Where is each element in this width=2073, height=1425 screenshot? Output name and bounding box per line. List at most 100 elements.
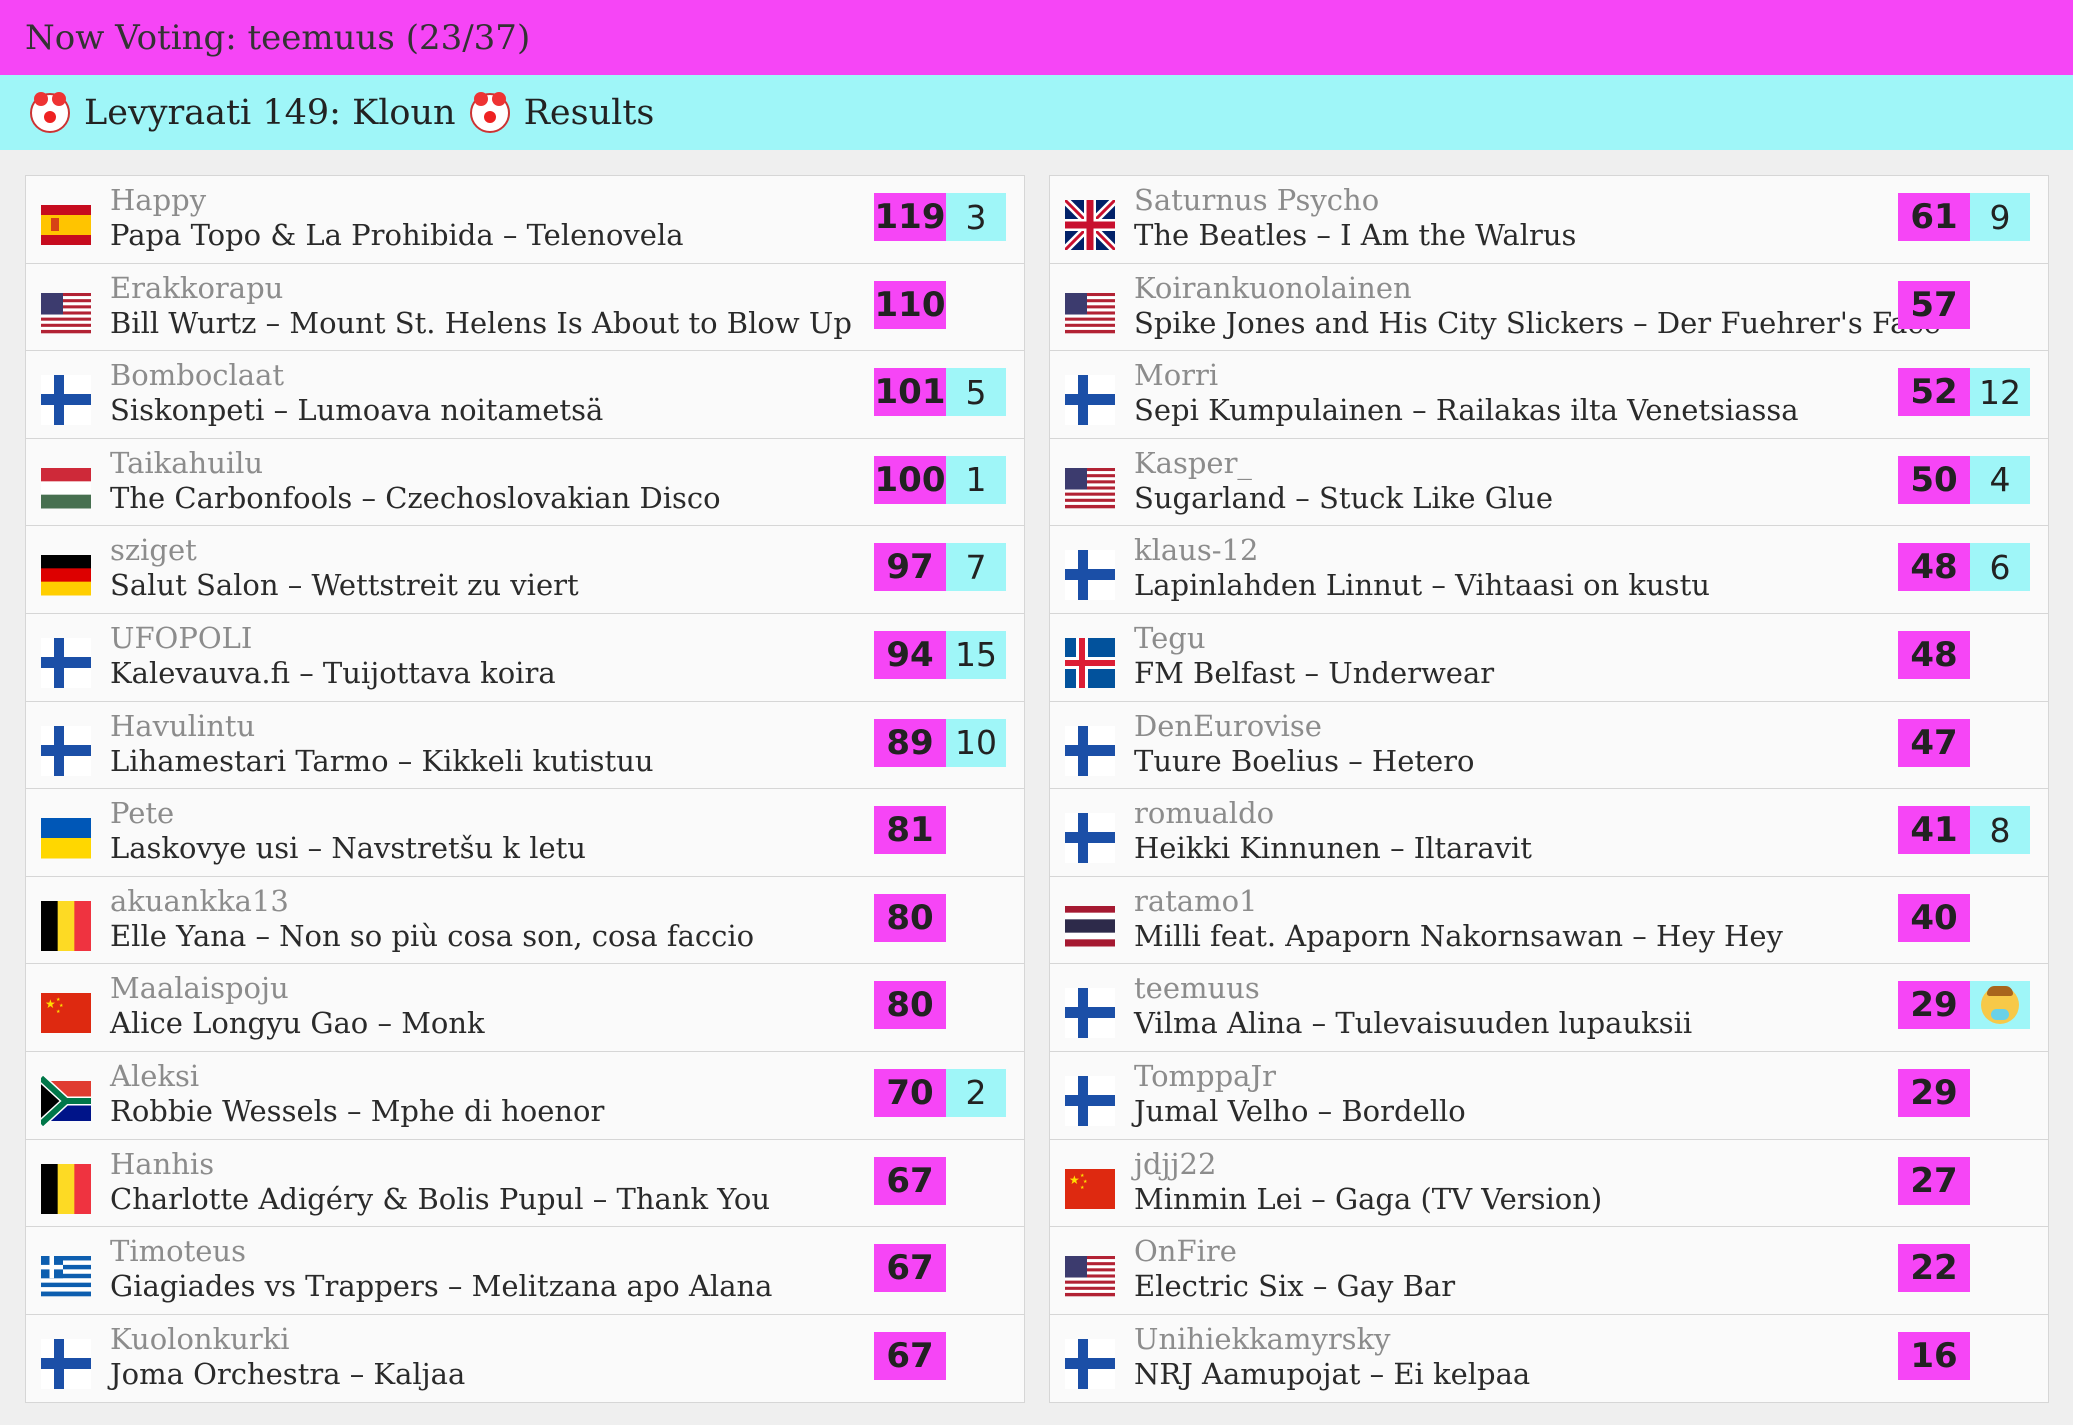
song-title: Siskonpeti – Lumoava noitametsä [110,393,604,428]
points-awarded: 7 [946,543,1006,592]
total-score: 119 [874,193,946,241]
voter-name: Erakkorapu [110,270,284,305]
flag-belgium-icon [41,1163,91,1214]
flag-china-icon: ★ ★ ★ ★ [41,988,91,1038]
flag-finland-icon [1065,725,1115,776]
flag-germany-icon [41,550,91,600]
result-row-hanhis: Hanhis Charlotte Adigéry & Bolis Pupul – … [26,1140,1024,1228]
total-score: 50 [1898,455,1970,504]
voter-name: ratamo1 [1134,883,1258,918]
baby-icon [1981,986,2019,1025]
points-awarded: 4 [1970,455,2030,504]
page-title: Levyraati 149: Kloun [84,92,456,133]
total-score: 70 [874,1068,946,1117]
voter-name: Bomboclaat [110,358,285,393]
result-row-timoteus: Timoteus Giagiades vs Trappers – Melitzan… [26,1227,1024,1315]
total-score: 110 [874,280,946,329]
voter-name: romualdo [1134,796,1275,831]
result-row-tegu: Tegu FM Belfast – Underwear 48 [1050,614,2048,702]
result-row-havulintu: Havulintu Lihamestari Tarmo – Kikkeli kut… [26,702,1024,790]
voter-name: Pete [110,796,175,831]
song-title: Giagiades vs Trappers – Melitzana apo Al… [110,1269,773,1304]
voter-name: Happy [110,183,207,217]
flag-iceland-icon [1065,637,1115,688]
points-awarded: 10 [946,718,1006,767]
result-row-klaus-12: klaus-12 Lapinlahden Linnut – Vihtaasi on… [1050,526,2048,614]
total-score: 67 [874,1244,946,1293]
total-score: 67 [874,1331,946,1380]
clown-face-icon [469,91,510,133]
svg-text:★: ★ [45,997,56,1011]
song-title: Elle Yana – Non so più cosa son, cosa fa… [110,918,755,953]
song-title: Vilma Alina – Tulevaisuuden lupauksii [1134,1006,1693,1041]
total-score: 47 [1898,718,1970,767]
total-score: 80 [874,981,946,1030]
song-title: Lapinlahden Linnut – Vihtaasi on kustu [1134,568,1710,603]
now-voting-bar: Now Voting: teemuus (23/37) [0,0,2073,75]
flag-usa-icon [41,288,91,338]
results-label: Results [523,92,655,133]
flag-finland-icon [1065,813,1115,864]
flag-belgium-icon [41,900,91,951]
song-title: Bill Wurtz – Mount St. Helens Is About t… [110,305,852,340]
voter-name: Kuolonkurki [110,1321,290,1356]
current-voter-marker [1970,981,2030,1030]
result-row-onfire: OnFire Electric Six – Gay Bar 22 [1050,1227,2048,1315]
points-awarded: 1 [946,455,1006,504]
points-awarded: 8 [1970,806,2030,855]
total-score: 29 [1898,1068,1970,1117]
voter-name: sziget [110,533,197,568]
song-title: Joma Orchestra – Kaljaa [110,1356,466,1391]
result-row-unihiekkamyrsky: Unihiekkamyrsky NRJ Aamupojat – Ei kelpaa… [1050,1315,2048,1403]
flag-china-icon: ★ ★ ★ ★ [1065,1164,1115,1214]
voter-name: DenEurovise [1134,708,1322,743]
flag-greece-icon [41,1251,91,1301]
result-row-jdjj22: ★ ★ ★ ★ jdjj22 Minmin Lei – Gaga (TV Version)… [1050,1140,2048,1228]
clown-face-icon [30,91,70,133]
flag-ukraine-icon [41,813,91,863]
voter-name: Tegu [1134,620,1206,655]
total-score: 80 [874,893,946,942]
total-score: 29 [1898,981,1970,1030]
result-row-erakkorapu: Erakkorapu Bill Wurtz – Mount St. Helens … [26,264,1024,352]
flag-finland-icon [1065,1075,1115,1126]
voter-name: teemuus [1134,971,1260,1006]
result-row-sziget: sziget Salut Salon – Wettstreit zu viert 9… [26,526,1024,614]
svg-text:★: ★ [56,1009,61,1015]
flag-finland-icon [41,637,91,688]
result-row-morri: Morri Sepi Kumpulainen – Railakas ilta Ve… [1050,351,2048,439]
voter-name: Havulintu [110,708,256,743]
song-title: Tuure Boelius – Hetero [1134,743,1475,778]
result-row-ufopoli: UFOPOLI Kalevauva.fi – Tuijottava koira 94… [26,614,1024,702]
total-score: 57 [1898,280,1970,329]
song-title: Spike Jones and His City Slickers – Der … [1134,305,1941,340]
song-title: Robbie Wessels – Mphe di hoenor [110,1093,605,1128]
voter-name: Hanhis [110,1146,215,1181]
flag-thailand-icon [1065,901,1115,951]
flag-uk-icon [1065,200,1115,250]
voter-name: jdjj22 [1134,1146,1217,1181]
result-row-romualdo: romualdo Heikki Kinnunen – Iltaravit 41 8 [1050,789,2048,877]
voter-name: Taikahuilu [110,445,264,480]
result-row-aleksi: Aleksi Robbie Wessels – Mphe di hoenor 70 2 [26,1052,1024,1140]
song-title: Milli feat. Apaporn Nakornsawan – Hey He… [1134,918,1783,953]
song-title: Jumal Velho – Bordello [1134,1093,1466,1128]
total-score: 52 [1898,368,1970,417]
points-awarded: 6 [1970,543,2030,592]
song-title: Heikki Kinnunen – Iltaravit [1134,831,1532,866]
song-title: Sepi Kumpulainen – Railakas ilta Venetsi… [1134,393,1799,428]
result-row-saturnus-psycho: Saturnus Psycho The Beatles – I Am the Wa… [1050,176,2048,264]
flag-finland-icon [41,1338,91,1389]
voter-name: akuankka13 [110,883,289,918]
total-score: 100 [874,455,946,504]
result-row-akuankka13: akuankka13 Elle Yana – Non so più cosa so… [26,877,1024,965]
voter-name: Kasper_ [1134,445,1252,480]
voter-name: Saturnus Psycho [1134,183,1380,217]
song-title: Sugarland – Stuck Like Glue [1134,480,1553,515]
voter-name: klaus-12 [1134,533,1259,568]
voter-name: Aleksi [110,1058,200,1093]
results-column-left: Happy Papa Topo & La Prohibida – Telenove… [25,175,1025,1404]
song-title: Salut Salon – Wettstreit zu viert [110,568,579,603]
voter-name: Maalaispoju [110,971,289,1006]
result-row-koirankuonolainen: Koirankuonolainen Spike Jones and His Cit… [1050,264,2048,352]
